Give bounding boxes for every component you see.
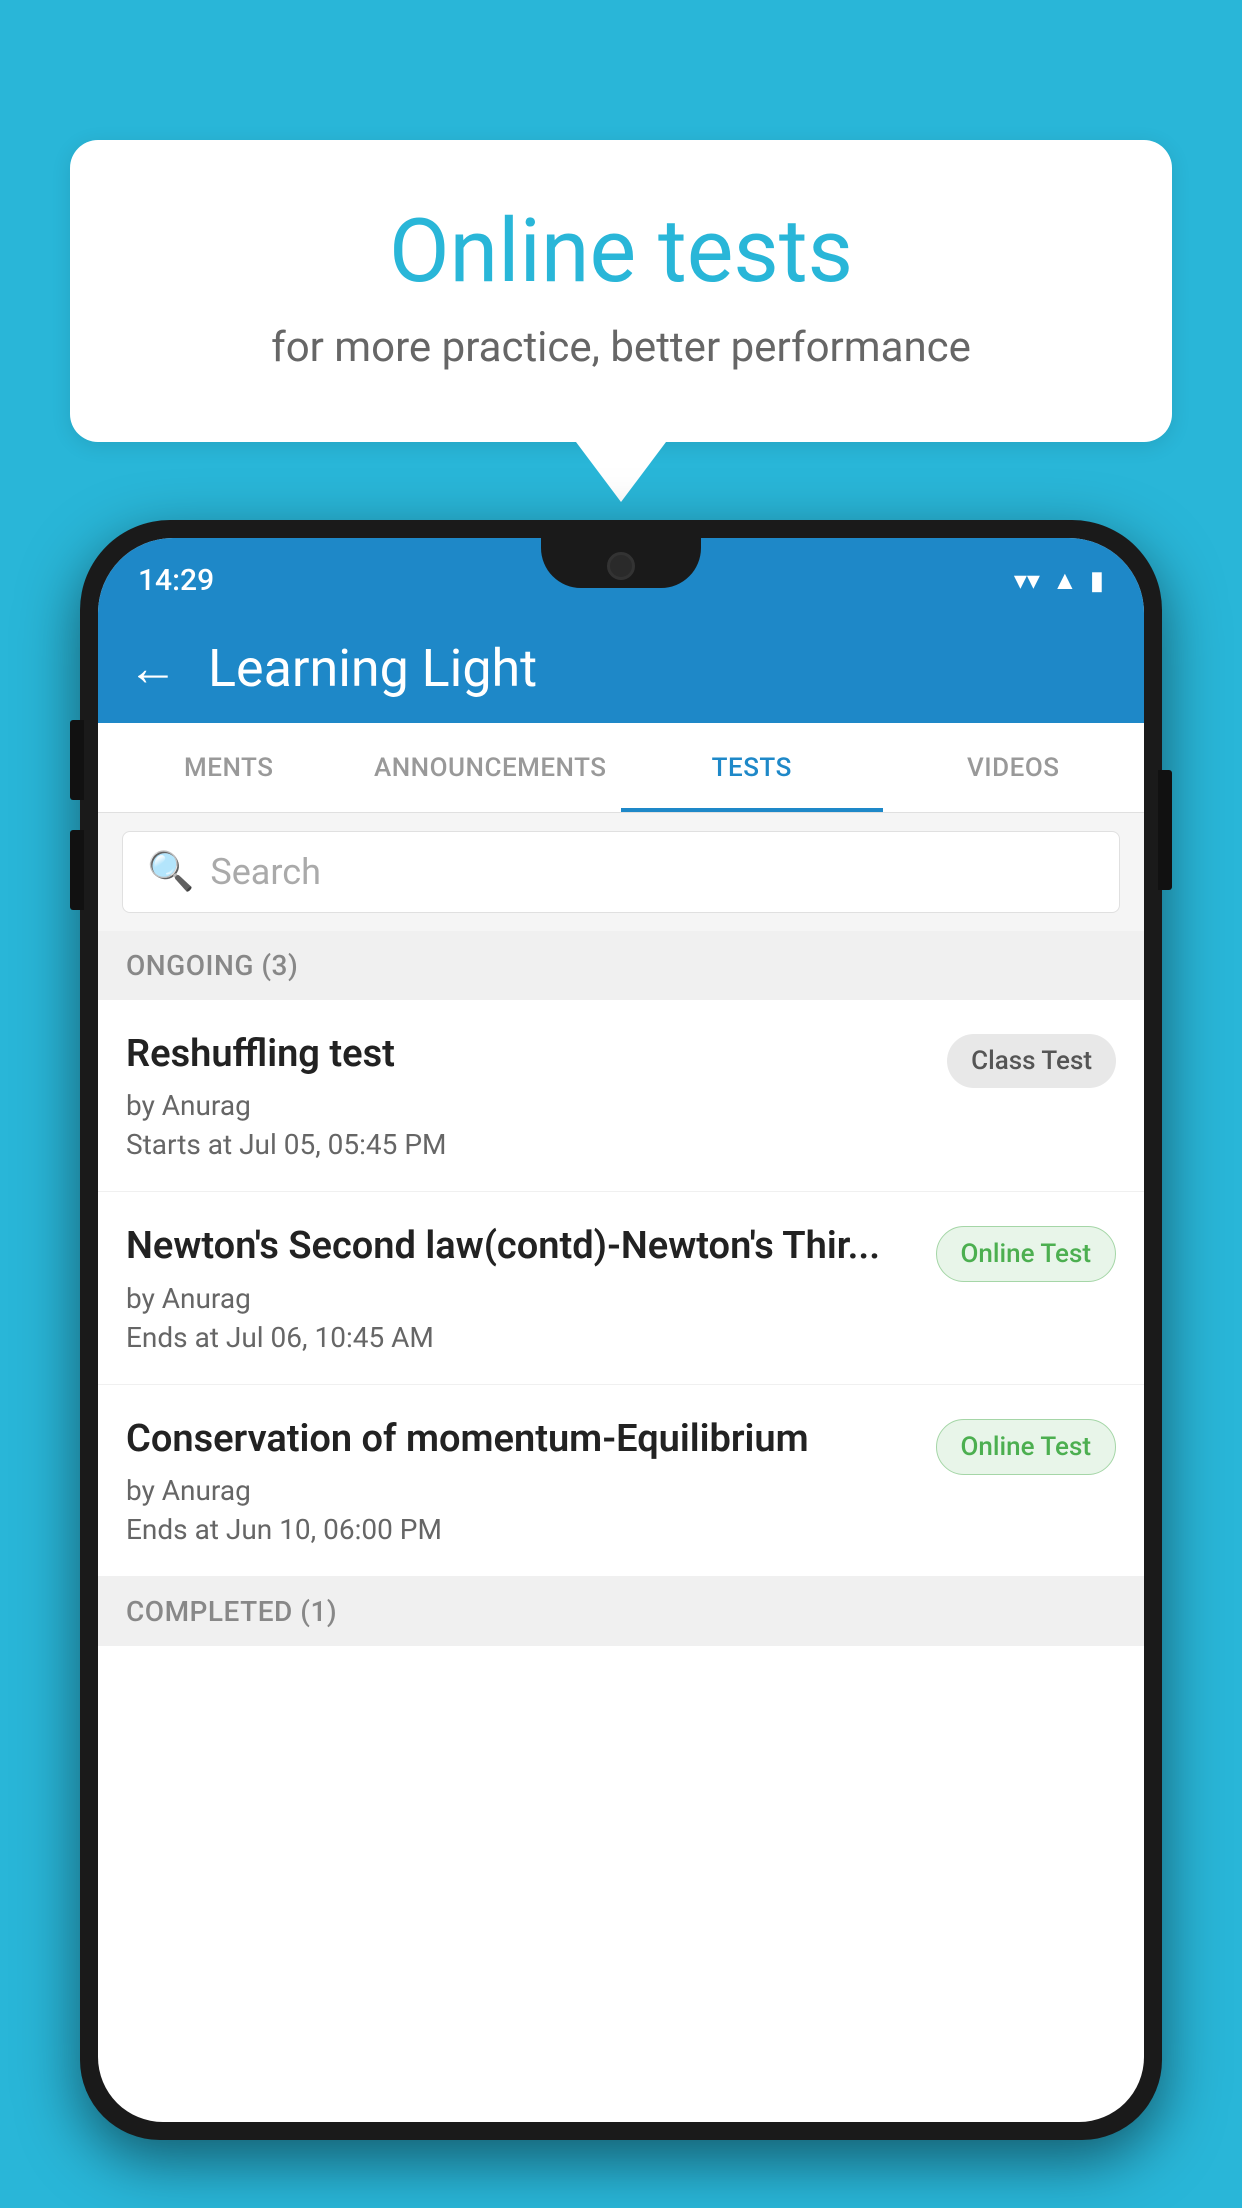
app-header: ← Learning Light [98, 613, 1144, 723]
test-content-reshuffling: Reshuffling test by Anurag Starts at Jul… [126, 1030, 931, 1161]
tabs-bar: MENTS ANNOUNCEMENTS TESTS VIDEOS [98, 723, 1144, 813]
test-by-conservation: by Anurag [126, 1474, 920, 1507]
test-item-conservation[interactable]: Conservation of momentum-Equilibrium by … [98, 1385, 1144, 1577]
tab-announcements[interactable]: ANNOUNCEMENTS [360, 723, 622, 812]
volume-down-button[interactable] [70, 830, 84, 910]
test-badge-reshuffling: Class Test [947, 1034, 1116, 1088]
speech-bubble: Online tests for more practice, better p… [70, 140, 1172, 442]
battery-icon: ▮ [1090, 566, 1104, 596]
ongoing-section-header: ONGOING (3) [98, 931, 1144, 1000]
search-container: 🔍 Search [98, 813, 1144, 931]
tab-videos[interactable]: VIDEOS [883, 723, 1145, 812]
test-title-newton: Newton's Second law(contd)-Newton's Thir… [126, 1222, 920, 1271]
front-camera [607, 552, 635, 580]
phone-container: 14:29 ▾▾ ▲ ▮ ← Learning Light MENTS ANNO… [80, 520, 1162, 2208]
test-content-newton: Newton's Second law(contd)-Newton's Thir… [126, 1222, 920, 1353]
app-title: Learning Light [208, 638, 537, 699]
test-date-reshuffling: Starts at Jul 05, 05:45 PM [126, 1128, 931, 1161]
status-time: 14:29 [138, 563, 214, 598]
test-by-reshuffling: by Anurag [126, 1089, 931, 1122]
volume-up-button[interactable] [70, 720, 84, 800]
signal-icon: ▲ [1052, 565, 1078, 596]
test-content-conservation: Conservation of momentum-Equilibrium by … [126, 1415, 920, 1546]
test-item-reshuffling[interactable]: Reshuffling test by Anurag Starts at Jul… [98, 1000, 1144, 1192]
speech-bubble-section: Online tests for more practice, better p… [70, 140, 1172, 502]
tab-tests[interactable]: TESTS [621, 723, 883, 812]
test-by-newton: by Anurag [126, 1282, 920, 1315]
search-box[interactable]: 🔍 Search [122, 831, 1120, 913]
phone-frame: 14:29 ▾▾ ▲ ▮ ← Learning Light MENTS ANNO… [80, 520, 1162, 2140]
test-item-newton[interactable]: Newton's Second law(contd)-Newton's Thir… [98, 1192, 1144, 1384]
speech-bubble-title: Online tests [150, 200, 1092, 303]
speech-bubble-subtitle: for more practice, better performance [150, 323, 1092, 372]
wifi-icon: ▾▾ [1014, 566, 1040, 596]
test-title-reshuffling: Reshuffling test [126, 1030, 931, 1079]
status-icons: ▾▾ ▲ ▮ [1014, 565, 1104, 596]
tab-ments[interactable]: MENTS [98, 723, 360, 812]
test-date-newton: Ends at Jul 06, 10:45 AM [126, 1321, 920, 1354]
phone-notch [541, 538, 701, 588]
completed-section-header: COMPLETED (1) [98, 1577, 1144, 1646]
search-icon: 🔍 [147, 850, 194, 894]
search-input[interactable]: Search [210, 851, 321, 893]
speech-bubble-arrow [576, 442, 666, 502]
test-badge-newton: Online Test [936, 1226, 1117, 1282]
power-button[interactable] [1158, 770, 1172, 890]
test-date-conservation: Ends at Jun 10, 06:00 PM [126, 1513, 920, 1546]
back-button[interactable]: ← [128, 639, 178, 698]
test-title-conservation: Conservation of momentum-Equilibrium [126, 1415, 920, 1464]
ongoing-label: ONGOING (3) [126, 949, 298, 982]
phone-screen: 14:29 ▾▾ ▲ ▮ ← Learning Light MENTS ANNO… [98, 538, 1144, 2122]
test-badge-conservation: Online Test [936, 1419, 1117, 1475]
completed-label: COMPLETED (1) [126, 1595, 337, 1628]
